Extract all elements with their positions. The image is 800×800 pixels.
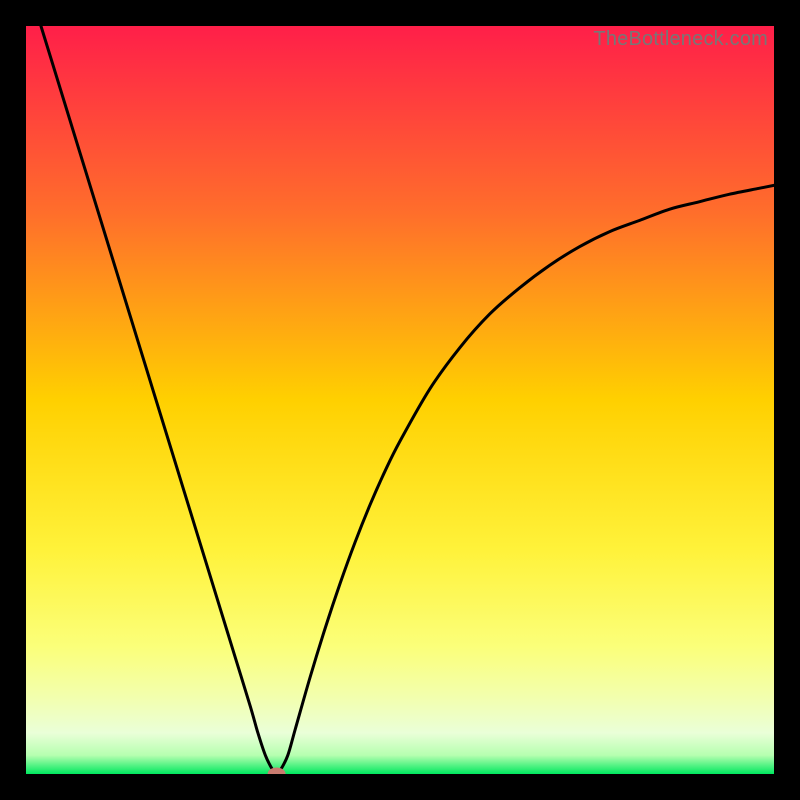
gradient-background <box>26 26 774 774</box>
chart-frame: TheBottleneck.com <box>26 26 774 774</box>
bottleneck-chart <box>26 26 774 774</box>
watermark-text: TheBottleneck.com <box>593 28 768 51</box>
